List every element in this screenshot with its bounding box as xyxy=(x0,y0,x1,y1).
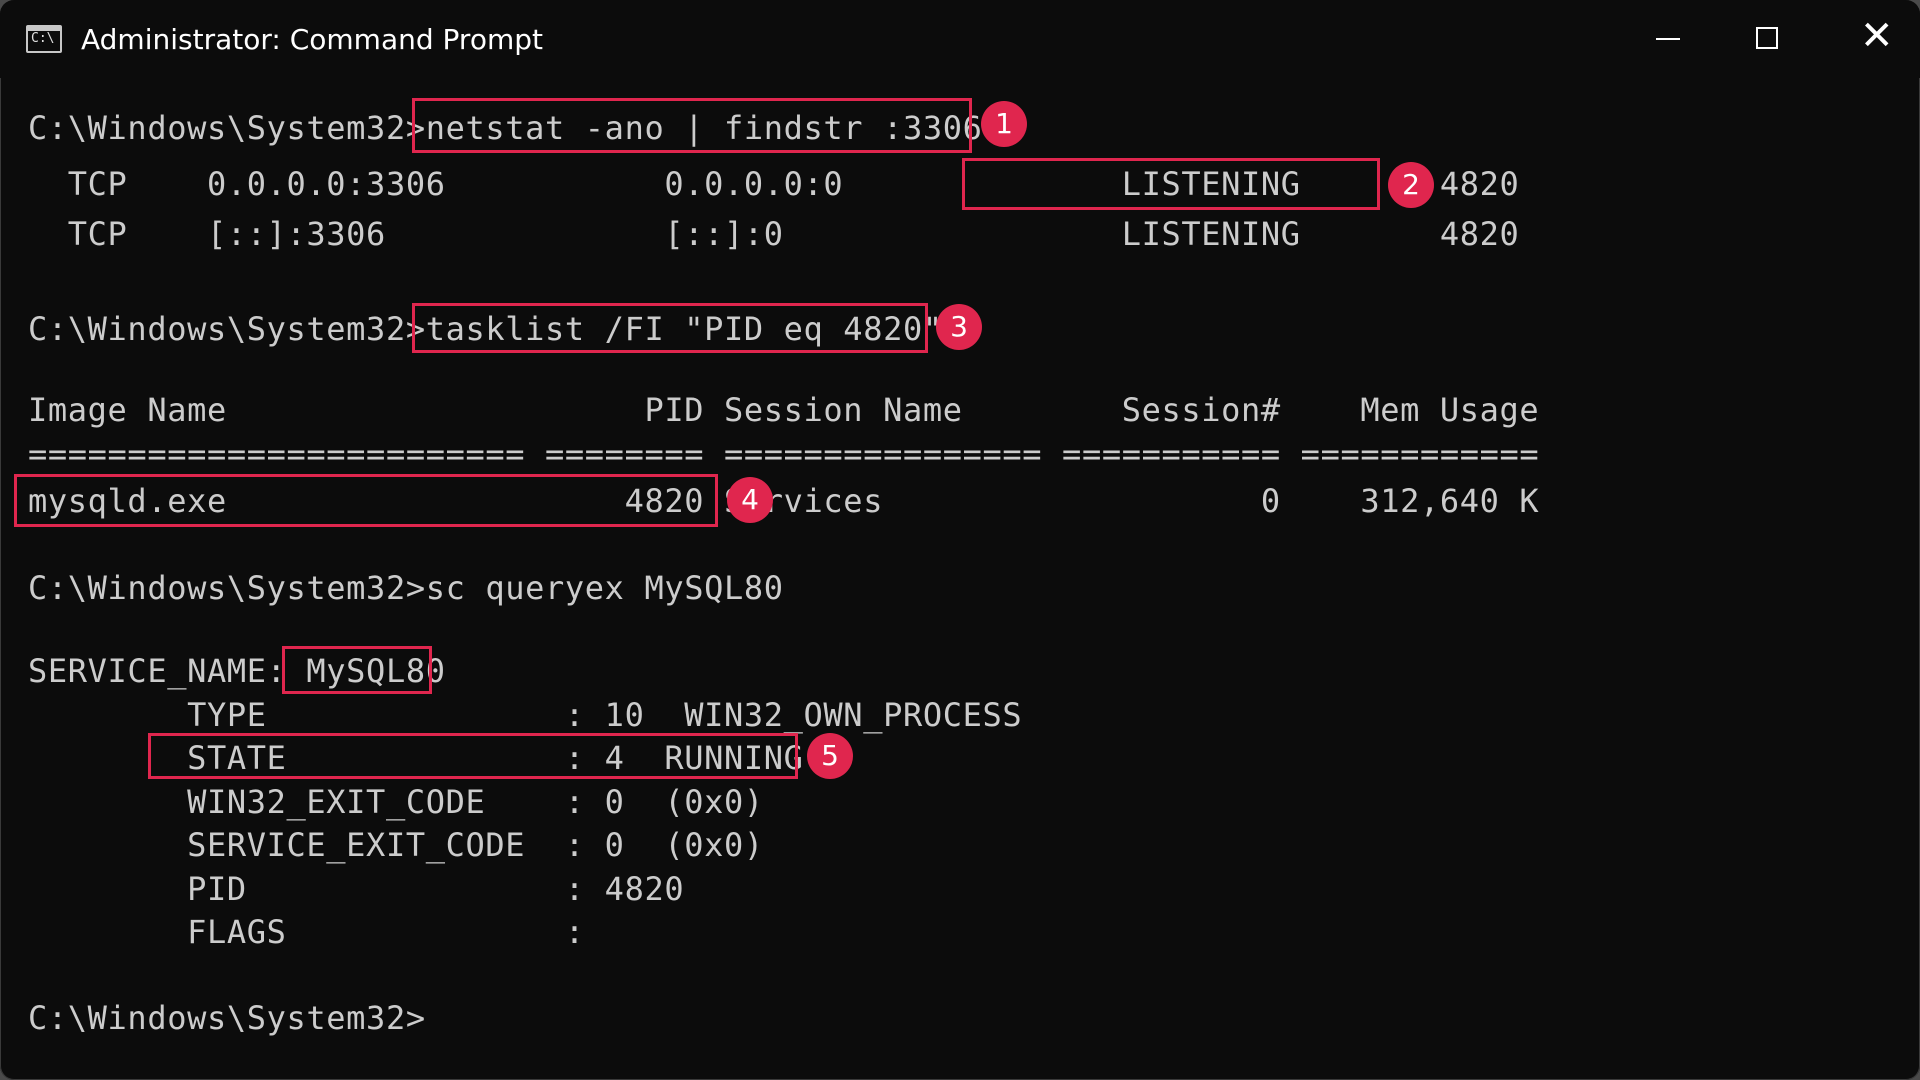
netstat-row-ipv6: TCP [::]:3306 [::]:0 LISTENING 4820 xyxy=(28,215,1520,253)
service-pid-line: PID : 4820 xyxy=(28,870,685,908)
close-button[interactable]: ✕ xyxy=(1820,0,1920,78)
tasklist-header: Image Name PID Session Name Session# Mem… xyxy=(28,391,1540,429)
callout-badge-1: 1 xyxy=(981,101,1027,147)
callout-badge-5: 5 xyxy=(807,733,853,779)
service-exit-code-line: SERVICE_EXIT_CODE : 0 (0x0) xyxy=(28,826,764,864)
maximize-button[interactable] xyxy=(1715,0,1819,78)
callout-badge-4: 4 xyxy=(727,477,773,523)
service-type-line: TYPE : 10 WIN32_OWN_PROCESS xyxy=(28,696,1023,734)
callout-badge-3: 3 xyxy=(936,304,982,350)
highlight-mysqld-process xyxy=(14,474,718,527)
highlight-running-state xyxy=(148,733,798,779)
minimize-button[interactable] xyxy=(1614,0,1718,78)
command-prompt-window: C:\ Administrator: Command Prompt ✕ C:\W… xyxy=(0,0,1920,1080)
highlight-service-name xyxy=(282,646,432,694)
minimize-icon xyxy=(1656,38,1680,40)
win32-exit-code-line: WIN32_EXIT_CODE : 0 (0x0) xyxy=(28,783,764,821)
cmd-app-icon: C:\ xyxy=(26,25,62,53)
maximize-icon xyxy=(1756,27,1778,49)
current-prompt-line: C:\Windows\System32> xyxy=(28,999,426,1037)
callout-badge-2: 2 xyxy=(1388,162,1434,208)
tasklist-separator: ========================= ======== =====… xyxy=(28,435,1540,473)
highlight-netstat-command xyxy=(412,98,972,153)
highlight-tasklist-command xyxy=(412,303,928,353)
service-flags-line: FLAGS : xyxy=(28,913,585,951)
window-title: Administrator: Command Prompt xyxy=(81,23,543,56)
close-icon: ✕ xyxy=(1860,13,1894,59)
title-bar[interactable]: C:\ Administrator: Command Prompt ✕ xyxy=(0,0,1920,78)
prompt-line-sc-queryex: C:\Windows\System32>sc queryex MySQL80 xyxy=(28,569,784,607)
highlight-listening-pid xyxy=(962,158,1380,210)
